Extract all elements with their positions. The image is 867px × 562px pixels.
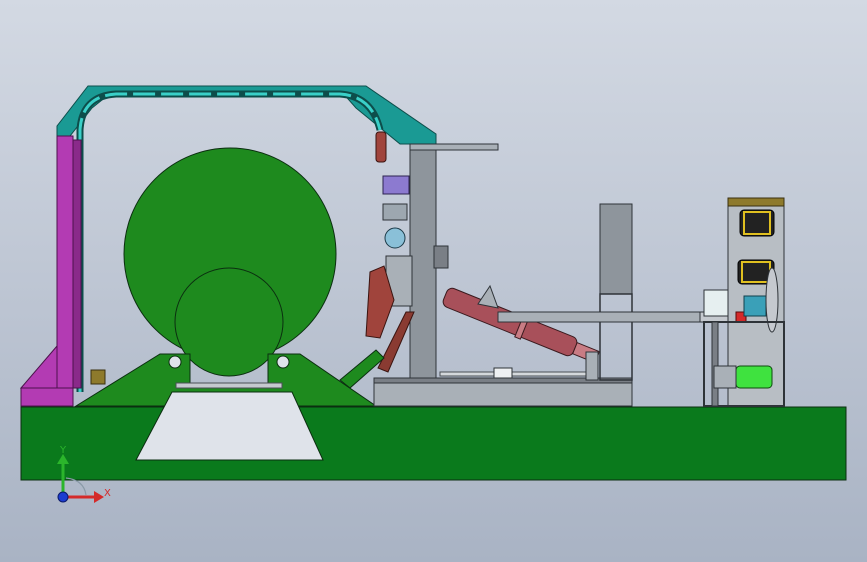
teal-gearbox [743, 295, 767, 317]
x-axis-arrow [94, 491, 104, 503]
c-frame-column [56, 135, 74, 389]
gauge-dial [384, 227, 406, 249]
tall-post [599, 203, 633, 295]
bed-frame-rail [373, 379, 633, 407]
drum-assembly [123, 147, 337, 377]
horizontal-beam [497, 311, 701, 323]
assembly-drawing: Y X [19, 85, 847, 503]
c-frame-foot [20, 387, 74, 407]
post-frame [599, 293, 633, 381]
control-box-1 [382, 175, 410, 195]
control-box-2 [382, 203, 408, 221]
central-tower [339, 143, 499, 389]
white-panel [703, 289, 729, 317]
bed-clamp [493, 367, 513, 379]
z-axis-origin [57, 491, 69, 503]
c-frame-foot-brace [19, 344, 58, 389]
tower-top-arm [409, 143, 499, 151]
cylinder-mount [477, 284, 499, 309]
drum-hub [174, 267, 284, 377]
support-pin-right [276, 355, 290, 369]
drum-chain-top [375, 131, 387, 163]
green-motor [735, 365, 773, 389]
bed-rod [439, 371, 591, 377]
chain-link-left [90, 369, 106, 385]
right-gantry [497, 203, 731, 381]
winder-unit [703, 197, 785, 407]
c-frame-column-inner [72, 139, 82, 389]
x-axis-label: X [104, 488, 111, 499]
triad-arc [65, 477, 87, 496]
hydraulic-cylinder [442, 287, 601, 364]
gear-component [433, 245, 449, 269]
cylinder-anchor [585, 351, 599, 381]
cad-viewport[interactable]: Y X [0, 0, 867, 562]
y-axis-label: Y [59, 445, 67, 456]
vertical-rail-left [711, 321, 719, 407]
winder-top-cap [727, 197, 785, 207]
support-crossbar [175, 382, 283, 389]
motor-mount [713, 365, 737, 389]
spool-upper [739, 209, 775, 237]
tower-column [409, 143, 437, 383]
support-pin-left [168, 355, 182, 369]
